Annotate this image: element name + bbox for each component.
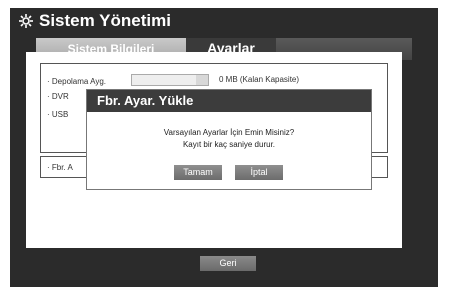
chevron-down-icon bbox=[196, 75, 208, 85]
factory-reset-dialog: Fbr. Ayar. Yükle Varsayılan Ayarlar İçin… bbox=[86, 89, 372, 190]
dialog-message-line1: Varsayılan Ayarlar İçin Emin Misiniz? bbox=[163, 128, 295, 137]
dialog-header: Fbr. Ayar. Yükle bbox=[87, 90, 371, 112]
back-button[interactable]: Geri bbox=[200, 256, 256, 271]
storage-device-label: · Depolama Ayg. bbox=[47, 77, 106, 86]
title-bar: Sistem Yönetimi bbox=[10, 8, 438, 34]
dialog-title: Fbr. Ayar. Yükle bbox=[97, 93, 194, 108]
storage-device-select[interactable] bbox=[131, 74, 209, 86]
dialog-message-line2: Kayıt bir kaç saniye durur. bbox=[182, 140, 276, 149]
usb-label: · USB bbox=[47, 110, 69, 119]
remaining-capacity: 0 MB (Kalan Kapasite) bbox=[219, 75, 300, 84]
gear-icon bbox=[18, 13, 34, 29]
ok-button[interactable]: Tamam bbox=[174, 165, 222, 180]
cancel-button[interactable]: İptal bbox=[235, 165, 283, 180]
dvr-label: · DVR bbox=[47, 92, 69, 101]
factory-reset-label: · Fbr. A bbox=[47, 163, 73, 172]
page-title: Sistem Yönetimi bbox=[39, 11, 171, 30]
